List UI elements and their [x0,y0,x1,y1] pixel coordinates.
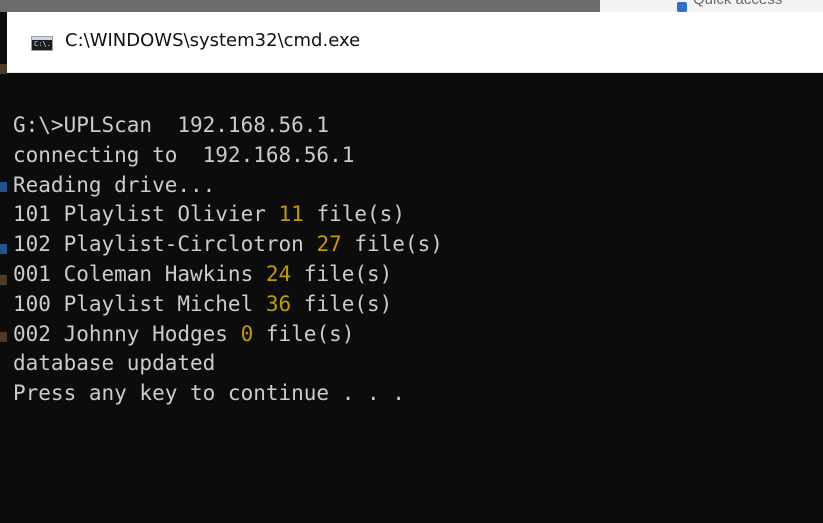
console-line-prefix: 101 Playlist Olivier [13,202,279,227]
title-bar[interactable]: C:\. C:\WINDOWS\system32\cmd.exe [7,12,823,73]
cmd-icon-label: C:\. [34,40,51,48]
console-line: database updated [13,349,443,379]
console-line: Press any key to continue . . . [13,379,443,409]
console-line: connecting to 192.168.56.1 [13,141,443,171]
console-line-suffix: file(s) [253,321,355,346]
console-line-prefix: 001 Coleman Hawkins [13,261,266,286]
background-quick-access-item[interactable]: Quick access [600,0,823,12]
background-window-edge [0,12,7,523]
edge-artifact [0,332,7,342]
file-count: 27 [316,232,342,257]
file-count: 24 [265,261,292,286]
console-line-prefix: 102 Playlist-Circlotron [13,232,317,257]
console-line-text: Reading drive... [13,172,216,197]
edge-artifact [0,182,7,192]
file-count: 0 [240,321,254,346]
console-area[interactable]: G:\>UPLScan 192.168.56.1 connecting to 19… [7,73,823,523]
window-title: C:\WINDOWS\system32\cmd.exe [65,30,361,51]
console-line-suffix: file(s) [291,261,393,286]
star-icon [677,2,687,12]
console-line: G:\>UPLScan 192.168.56.1 [13,111,443,141]
console-line-suffix: file(s) [303,202,405,227]
console-line-text: Press any key to continue . . . [13,381,405,406]
console-line-prefix: 100 Playlist Michel [13,291,266,316]
console-line-text: database updated [13,351,216,376]
console-line: 102 Playlist-Circlotron 27 file(s) [13,230,443,260]
console-line-text: G:\>UPLScan 192.168.56.1 [13,113,330,137]
edge-artifact [0,244,7,254]
console-line: Reading drive... [13,171,443,201]
console-line-suffix: file(s) [341,232,443,257]
console-line: 002 Johnny Hodges 0 file(s) [13,320,443,350]
console-line-prefix: 002 Johnny Hodges [13,321,241,346]
console-line: 001 Coleman Hawkins 24 file(s) [13,260,443,290]
console-line: 100 Playlist Michel 36 file(s) [13,290,443,320]
screen: Quick access C:\. C:\WINDOWS\system32\cm… [0,0,823,523]
edge-artifact [0,275,7,285]
background-quick-access-label: Quick access [693,0,782,8]
console-line-text: connecting to 192.168.56.1 [13,142,355,167]
console-line: 101 Playlist Olivier 11 file(s) [13,200,443,230]
edge-artifact [0,64,7,74]
cmd-icon[interactable]: C:\. [31,36,53,51]
background-window: Quick access [0,0,823,12]
console-line-suffix: file(s) [291,291,393,316]
file-count: 36 [265,291,292,316]
console-output: G:\>UPLScan 192.168.56.1 connecting to 19… [13,111,443,409]
file-count: 11 [278,202,304,227]
